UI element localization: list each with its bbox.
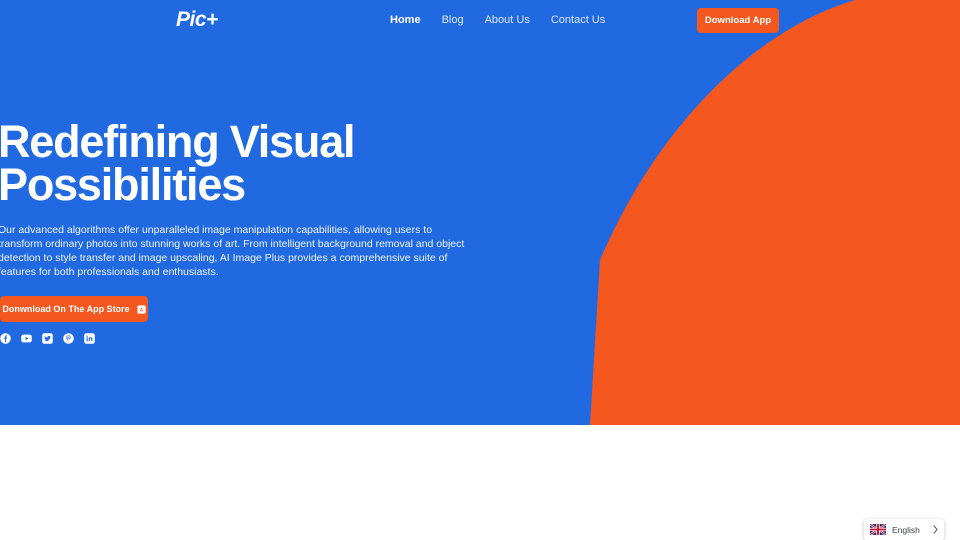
linkedin-icon[interactable]	[84, 333, 95, 344]
hero-paragraph: Our advanced algorithms offer unparallel…	[0, 224, 465, 278]
chevron-right-icon	[933, 525, 938, 534]
hero-content: Redefining Visual Possibilities Our adva…	[0, 116, 498, 344]
nav-link-about-us[interactable]: About Us	[485, 13, 530, 27]
app-store-button-label: Donwnload On The App Store	[2, 304, 130, 314]
hero-heading: Redefining Visual Possibilities	[0, 116, 356, 210]
uk-flag-icon	[870, 524, 886, 535]
download-app-button[interactable]: Download App	[697, 8, 779, 33]
youtube-icon[interactable]	[21, 333, 32, 344]
nav-link-contact-us[interactable]: Contact Us	[551, 13, 605, 27]
nav-links: Home Blog About Us Contact Us	[390, 13, 605, 27]
language-selector[interactable]: English	[864, 519, 944, 540]
pinterest-icon[interactable]	[63, 333, 74, 344]
nav-link-blog[interactable]: Blog	[442, 13, 464, 27]
nav-link-home[interactable]: Home	[390, 13, 421, 27]
hero-section: Pic+ Home Blog About Us Contact Us Downl…	[0, 0, 960, 425]
twitter-icon[interactable]	[42, 333, 53, 344]
app-store-icon	[136, 304, 146, 314]
facebook-icon[interactable]	[0, 333, 11, 344]
download-on-app-store-button[interactable]: Donwnload On The App Store	[0, 296, 148, 322]
brand-logo[interactable]: Pic+	[176, 8, 218, 32]
navbar: Pic+ Home Blog About Us Contact Us Downl…	[0, 0, 960, 40]
language-label: English	[892, 524, 920, 535]
social-links	[0, 333, 498, 344]
